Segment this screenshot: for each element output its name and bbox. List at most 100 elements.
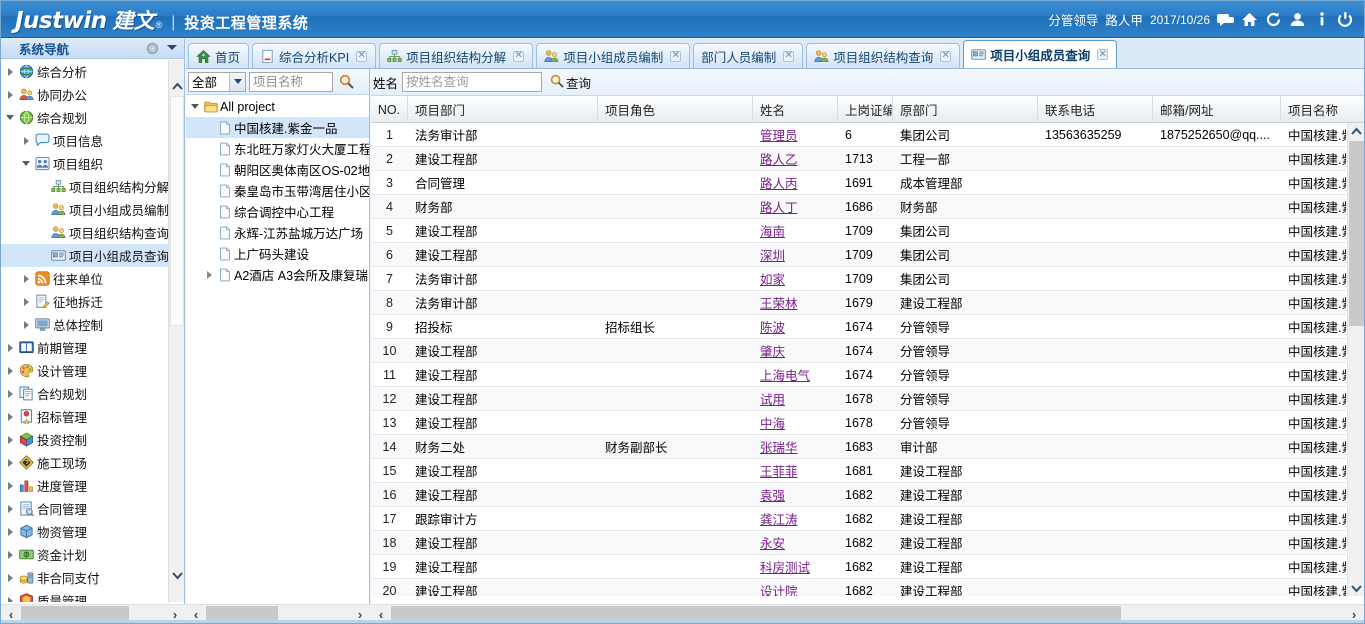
member-name-link[interactable]: 中海 xyxy=(760,413,785,432)
tree-node-4[interactable]: 秦皇岛市玉带湾居住小区 xyxy=(186,180,369,201)
member-name-link[interactable]: 试用 xyxy=(760,389,785,408)
table-row[interactable]: 4 财务部 路人丁 1686 财务部 中国核建.紫金一品 xyxy=(371,195,1346,219)
sidebar-item-19[interactable]: 合同管理 xyxy=(1,497,184,520)
close-icon[interactable]: ✕ xyxy=(1097,49,1109,60)
sidebar-item-6[interactable]: 项目小组成员编制 xyxy=(1,198,184,221)
chevron-right-icon[interactable] xyxy=(3,435,17,444)
member-name-link[interactable]: 肇庆 xyxy=(760,341,785,360)
cell-name[interactable]: 张瑞华 xyxy=(753,435,838,458)
message-icon[interactable] xyxy=(1217,11,1234,28)
table-row[interactable]: 17 跟踪审计方 龚江涛 1682 建设工程部 中国核建.紫金一品 xyxy=(371,507,1346,531)
member-name-link[interactable]: 科房测试 xyxy=(760,557,810,576)
member-name-link[interactable]: 深圳 xyxy=(760,245,785,264)
close-icon[interactable]: ✕ xyxy=(356,50,368,62)
cell-name[interactable]: 深圳 xyxy=(753,243,838,266)
sidebar-item-15[interactable]: 招标管理 xyxy=(1,405,184,428)
column-header-phone[interactable]: 联系电话 xyxy=(1038,96,1153,123)
sidebar-item-5[interactable]: 项目组织结构分解 xyxy=(1,175,184,198)
sidebar-item-14[interactable]: 合约规划 xyxy=(1,382,184,405)
sidebar-item-18[interactable]: 进度管理 xyxy=(1,474,184,497)
sidebar-item-20[interactable]: 物资管理 xyxy=(1,520,184,543)
column-header-mail[interactable]: 邮箱/网址 xyxy=(1153,96,1281,123)
table-row[interactable]: 16 建设工程部 袁强 1682 建设工程部 中国核建.紫金一品 xyxy=(371,483,1346,507)
home-icon[interactable] xyxy=(1241,11,1258,28)
tab-4[interactable]: 部门人员编制 ✕ xyxy=(693,43,804,68)
chevron-right-icon[interactable] xyxy=(3,527,17,536)
tree-node-7[interactable]: 上广码头建设 xyxy=(186,243,369,264)
cell-name[interactable]: 王荣林 xyxy=(753,291,838,314)
table-row[interactable]: 10 建设工程部 肇庆 1674 分管领导 中国核建.紫金一品 xyxy=(371,339,1346,363)
chevron-down-icon[interactable] xyxy=(19,161,33,166)
table-row[interactable]: 19 建设工程部 科房测试 1682 建设工程部 中国核建.紫金一品 xyxy=(371,555,1346,579)
sidebar-item-21[interactable]: 资金计划 xyxy=(1,543,184,566)
sidebar-scroll-thumb[interactable] xyxy=(170,96,184,326)
project-name-input[interactable] xyxy=(249,71,333,92)
info-icon[interactable] xyxy=(1313,11,1330,28)
sidebar-item-9[interactable]: 往来单位 xyxy=(1,267,184,290)
chevron-down-icon[interactable] xyxy=(167,45,177,50)
sidebar-item-4[interactable]: 项目组织 xyxy=(1,152,184,175)
gear-icon[interactable] xyxy=(145,41,160,56)
member-name-link[interactable]: 张瑞华 xyxy=(760,437,798,456)
table-row[interactable]: 18 建设工程部 永安 1682 建设工程部 中国核建.紫金一品 xyxy=(371,531,1346,555)
member-name-link[interactable]: 如家 xyxy=(760,269,785,288)
member-name-link[interactable]: 路人丙 xyxy=(760,173,798,192)
tab-2[interactable]: 项目组织结构分解 ✕ xyxy=(379,43,534,68)
chevron-right-icon[interactable] xyxy=(19,297,33,306)
chevron-right-icon[interactable] xyxy=(3,343,17,352)
column-header-proj[interactable]: 项目名称 xyxy=(1281,96,1364,123)
cell-name[interactable]: 路人丁 xyxy=(753,195,838,218)
column-header-odept[interactable]: 原部门 xyxy=(893,96,1038,123)
sidebar-item-22[interactable]: 非合同支付 xyxy=(1,566,184,589)
table-row[interactable]: 14 财务二处 财务副部长 张瑞华 1683 审计部 中国核建.紫金一品 xyxy=(371,435,1346,459)
chevron-right-icon[interactable] xyxy=(3,389,17,398)
cell-name[interactable]: 管理员 xyxy=(753,123,838,146)
grid-scroll-thumb[interactable] xyxy=(1349,141,1364,326)
name-search-input[interactable] xyxy=(402,72,543,92)
scroll-up-icon[interactable] xyxy=(169,78,185,95)
chevron-down-icon[interactable] xyxy=(229,72,245,91)
sidebar-item-12[interactable]: 前期管理 xyxy=(1,336,184,359)
cell-name[interactable]: 试用 xyxy=(753,387,838,410)
chevron-right-icon[interactable] xyxy=(19,274,33,283)
sidebar-item-23[interactable]: 质量管理 xyxy=(1,589,184,602)
cell-name[interactable]: 陈波 xyxy=(753,315,838,338)
tree-node-8[interactable]: A2酒店 A3会所及康复瑞 xyxy=(186,264,369,285)
cell-name[interactable]: 海南 xyxy=(753,219,838,242)
sidebar-item-1[interactable]: 协同办公 xyxy=(1,83,184,106)
table-row[interactable]: 1 法务审计部 管理员 6 集团公司 13563635259 1875252650@qq..… xyxy=(371,123,1346,147)
chevron-right-icon[interactable] xyxy=(3,412,17,421)
chevron-right-icon[interactable] xyxy=(3,573,17,582)
chevron-right-icon[interactable] xyxy=(3,596,17,602)
member-name-link[interactable]: 王荣林 xyxy=(760,293,798,312)
member-name-link[interactable]: 路人丁 xyxy=(760,197,798,216)
tree-node-2[interactable]: 东北旺万家灯火大厦工程 xyxy=(186,138,369,159)
cell-name[interactable]: 上海电气 xyxy=(753,363,838,386)
refresh-icon[interactable] xyxy=(1265,11,1282,28)
sidebar-item-10[interactable]: 征地拆迁 xyxy=(1,290,184,313)
table-row[interactable]: 5 建设工程部 海南 1709 集团公司 中国核建.紫金一品 xyxy=(371,219,1346,243)
chevron-right-icon[interactable] xyxy=(3,67,17,76)
chevron-right-icon[interactable] xyxy=(3,90,17,99)
member-name-link[interactable]: 路人乙 xyxy=(760,149,798,168)
chevron-right-icon[interactable] xyxy=(19,136,33,145)
scroll-down-icon[interactable] xyxy=(169,567,185,584)
table-row[interactable]: 3 合同管理 路人丙 1691 成本管理部 中国核建.紫金一品 xyxy=(371,171,1346,195)
chevron-right-icon[interactable] xyxy=(202,270,216,279)
table-row[interactable]: 2 建设工程部 路人乙 1713 工程一部 中国核建.紫金一品 xyxy=(371,147,1346,171)
cell-name[interactable]: 肇庆 xyxy=(753,339,838,362)
chevron-right-icon[interactable] xyxy=(3,550,17,559)
member-name-link[interactable]: 海南 xyxy=(760,221,785,240)
sidebar-item-17[interactable]: 施工现场 xyxy=(1,451,184,474)
search-icon[interactable] xyxy=(336,72,356,92)
table-row[interactable]: 6 建设工程部 深圳 1709 集团公司 中国核建.紫金一品 xyxy=(371,243,1346,267)
cell-name[interactable]: 王菲菲 xyxy=(753,459,838,482)
chevron-right-icon[interactable] xyxy=(3,458,17,467)
table-row[interactable]: 20 建设工程部 设计院 1682 建设工程部 中国核建.紫金一品 xyxy=(371,579,1346,596)
close-icon[interactable]: ✕ xyxy=(670,50,682,62)
sidebar-item-3[interactable]: 项目信息 xyxy=(1,129,184,152)
member-name-link[interactable]: 袁强 xyxy=(760,485,785,504)
table-row[interactable]: 11 建设工程部 上海电气 1674 分管领导 中国核建.紫金一品 xyxy=(371,363,1346,387)
sidebar-item-7[interactable]: 项目组织结构查询 xyxy=(1,221,184,244)
cell-name[interactable]: 科房测试 xyxy=(753,555,838,578)
